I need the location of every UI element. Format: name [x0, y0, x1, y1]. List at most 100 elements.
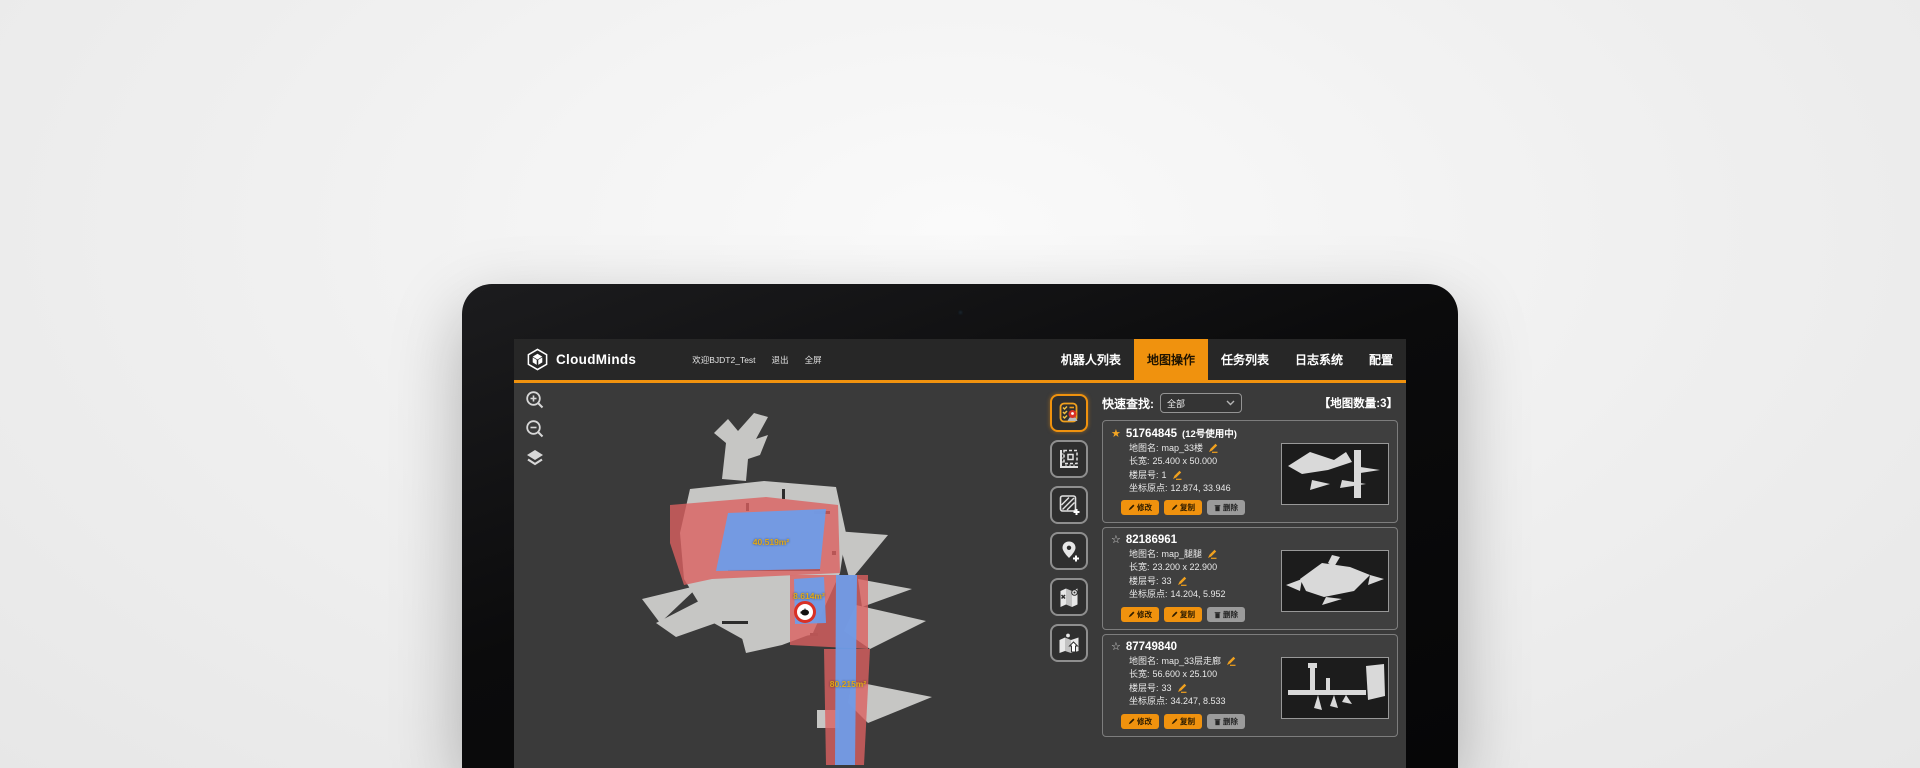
edit-pencil-icon[interactable]	[1207, 549, 1217, 559]
trash-icon	[1214, 611, 1221, 619]
edit-pencil-icon[interactable]	[1226, 656, 1236, 666]
map-viewport[interactable]: 40.519m² 8.614m² 80.215m²	[514, 383, 1098, 765]
field-label: 楼层号:	[1129, 470, 1159, 481]
nav-item-robot-list[interactable]: 机器人列表	[1048, 339, 1134, 380]
map-id: 51764845	[1126, 428, 1177, 440]
map-thumbnail-image	[1282, 658, 1388, 718]
map-name-value: map_腿腿	[1162, 549, 1203, 560]
point-list-icon	[1057, 401, 1081, 425]
copy-map-button[interactable]: 复制	[1164, 500, 1202, 515]
map-origin-value: 34.247, 8.533	[1171, 696, 1226, 707]
delete-map-button[interactable]: 删除	[1207, 607, 1245, 622]
map-id: 87749840	[1126, 641, 1177, 653]
fullscreen-link[interactable]: 全屏	[805, 354, 822, 366]
pencil-icon	[1171, 718, 1178, 725]
layers-button[interactable]	[524, 447, 546, 469]
edit-pencil-icon[interactable]	[1177, 683, 1187, 693]
map-thumbnail-image	[1282, 551, 1388, 611]
map-name-value: map_33楼	[1162, 443, 1204, 454]
webcam-icon	[958, 310, 963, 315]
edit-map-button[interactable]: 修改	[1121, 500, 1159, 515]
tool-add-restricted-zone-button[interactable]	[1050, 486, 1088, 524]
copy-map-button[interactable]: 复制	[1164, 714, 1202, 729]
tool-upload-map-button[interactable]	[1050, 624, 1088, 662]
copy-map-button[interactable]: 复制	[1164, 607, 1202, 622]
field-label: 长宽:	[1129, 562, 1150, 573]
favorite-star-icon[interactable]: ☆	[1111, 533, 1121, 546]
field-label: 长宽:	[1129, 669, 1150, 680]
favorite-star-icon[interactable]: ★	[1111, 427, 1121, 440]
nav-item-map-operations[interactable]: 地图操作	[1134, 339, 1208, 380]
map-list-panel: 快速查找: 全部 【地图数量:3】 ★ 51764845 (12号使用中)	[1098, 383, 1406, 765]
edit-pencil-icon[interactable]	[1172, 470, 1182, 480]
robot-position-marker	[794, 601, 816, 623]
nav-item-log-system[interactable]: 日志系统	[1282, 339, 1356, 380]
map-card: ☆ 82186961 地图名: map_腿腿 长宽: 23.200 x 22.9…	[1102, 527, 1398, 630]
layers-icon	[525, 449, 545, 467]
edit-pencil-icon[interactable]	[1208, 443, 1218, 453]
logout-link[interactable]: 退出	[772, 354, 789, 366]
favorite-star-icon[interactable]: ☆	[1111, 640, 1121, 653]
pencil-icon	[1171, 504, 1178, 511]
map-edit-toolbar	[1050, 394, 1088, 662]
pencil-icon	[1171, 611, 1178, 618]
pencil-icon	[1128, 611, 1135, 618]
map-floor-value: 33	[1162, 683, 1172, 694]
zoom-in-icon	[525, 390, 545, 410]
zoom-out-button[interactable]	[524, 418, 546, 440]
pencil-icon	[1128, 504, 1135, 511]
field-label: 地图名:	[1129, 443, 1159, 454]
map-card: ★ 51764845 (12号使用中) 地图名: map_33楼 长宽: 25.…	[1102, 420, 1398, 523]
robot-icon	[800, 608, 810, 616]
nav-item-config[interactable]: 配置	[1356, 339, 1406, 380]
area-size-label: 80.215m²	[830, 679, 866, 689]
map-thumbnail	[1281, 657, 1389, 719]
field-label: 坐标原点:	[1129, 589, 1168, 600]
field-label: 长宽:	[1129, 456, 1150, 467]
field-label: 地图名:	[1129, 549, 1159, 560]
map-floor-value: 1	[1162, 470, 1167, 481]
map-dimensions-value: 23.200 x 22.900	[1153, 562, 1218, 573]
add-restricted-zone-icon	[1057, 493, 1081, 517]
edit-map-button[interactable]: 修改	[1121, 714, 1159, 729]
field-label: 地图名:	[1129, 656, 1159, 667]
delete-map-button[interactable]: 删除	[1207, 714, 1245, 729]
delete-map-icon	[1057, 585, 1081, 609]
map-canvas	[514, 383, 1098, 765]
filter-selected-value: 全部	[1167, 397, 1185, 410]
map-zoom-tools	[524, 389, 546, 469]
laptop-frame: CloudMinds 欢迎BJDT2_Test 退出 全屏 机器人列表 地图操作…	[462, 284, 1458, 768]
nav-item-task-list[interactable]: 任务列表	[1208, 339, 1282, 380]
tool-delete-map-button[interactable]	[1050, 578, 1088, 616]
delete-map-button[interactable]: 删除	[1207, 500, 1245, 515]
area-size-label: 40.519m²	[753, 537, 789, 547]
trash-icon	[1214, 718, 1221, 726]
main-nav: 机器人列表 地图操作 任务列表 日志系统 配置	[1048, 339, 1406, 380]
tool-add-point-button[interactable]	[1050, 532, 1088, 570]
map-dimensions-value: 25.400 x 50.000	[1153, 456, 1218, 467]
upload-map-icon	[1057, 631, 1081, 655]
tool-measure-area-button[interactable]	[1050, 440, 1088, 478]
filter-select[interactable]: 全部	[1160, 393, 1242, 413]
map-dimensions-value: 56.600 x 25.100	[1153, 669, 1218, 680]
map-thumbnail	[1281, 550, 1389, 612]
field-label: 楼层号:	[1129, 576, 1159, 587]
zoom-out-icon	[525, 419, 545, 439]
map-floor-value: 33	[1162, 576, 1172, 587]
map-origin-value: 12.874, 33.946	[1171, 483, 1231, 494]
chevron-down-icon	[1226, 400, 1235, 406]
zoom-in-button[interactable]	[524, 389, 546, 411]
brand-name: CloudMinds	[556, 352, 636, 367]
field-label: 坐标原点:	[1129, 696, 1168, 707]
quick-search-label: 快速查找:	[1102, 395, 1154, 412]
pencil-icon	[1128, 718, 1135, 725]
cloudminds-logo-icon	[526, 348, 549, 371]
map-id: 82186961	[1126, 534, 1177, 546]
add-point-icon	[1057, 539, 1081, 563]
edit-map-button[interactable]: 修改	[1121, 607, 1159, 622]
area-size-label: 8.614m²	[793, 591, 825, 601]
tool-point-list-button[interactable]	[1050, 394, 1088, 432]
edit-pencil-icon[interactable]	[1177, 576, 1187, 586]
cloudminds-logo: CloudMinds	[526, 348, 636, 371]
field-label: 楼层号:	[1129, 683, 1159, 694]
